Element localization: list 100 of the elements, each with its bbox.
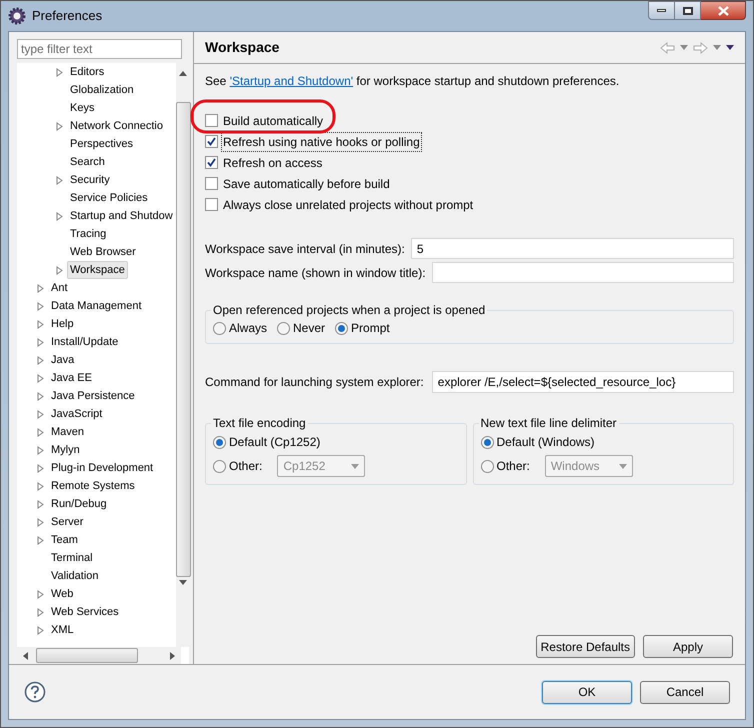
tree-item[interactable]: Data Management bbox=[48, 297, 144, 315]
expand-arrow-icon[interactable] bbox=[37, 500, 44, 508]
scroll-up-icon[interactable] bbox=[179, 71, 188, 76]
expand-arrow-icon[interactable] bbox=[56, 68, 63, 76]
tree-item[interactable]: Java EE bbox=[48, 369, 95, 387]
text-field[interactable]: explorer /E,/select=${selected_resource_loc} bbox=[432, 371, 734, 393]
radio-button[interactable] bbox=[335, 322, 348, 334]
tree-item[interactable]: Web Browser bbox=[67, 243, 139, 261]
scroll-right-icon[interactable] bbox=[170, 652, 175, 660]
field-label: Command for launching system explorer: bbox=[205, 374, 424, 391]
expand-arrow-icon[interactable] bbox=[56, 176, 63, 184]
radio-button[interactable] bbox=[213, 322, 226, 334]
radio-label: Other: bbox=[229, 458, 262, 475]
expand-arrow-icon[interactable] bbox=[37, 518, 44, 526]
dialog-button[interactable]: Cancel bbox=[640, 680, 730, 704]
filter-field[interactable]: type filter text bbox=[17, 39, 182, 59]
tree-item[interactable]: Security bbox=[67, 171, 113, 189]
close-button[interactable] bbox=[701, 1, 746, 20]
expand-arrow-icon[interactable] bbox=[37, 374, 44, 382]
tree-item[interactable]: Mylyn bbox=[48, 441, 83, 459]
radio-button[interactable] bbox=[480, 436, 494, 448]
horizontal-scrollbar[interactable] bbox=[17, 647, 181, 664]
caret-icon[interactable] bbox=[680, 45, 688, 50]
checkbox[interactable] bbox=[205, 177, 218, 190]
tree-item[interactable]: Team bbox=[48, 531, 81, 549]
scroll-left-icon[interactable] bbox=[23, 652, 28, 660]
startup-link[interactable]: 'Startup and Shutdown' bbox=[230, 74, 354, 88]
text-field[interactable] bbox=[432, 262, 734, 283]
radio-button[interactable] bbox=[213, 436, 226, 448]
expand-arrow-icon[interactable] bbox=[37, 446, 44, 454]
checkbox[interactable] bbox=[205, 114, 218, 127]
tree-item[interactable]: Startup and Shutdow bbox=[67, 207, 176, 225]
tree-item[interactable]: Java bbox=[48, 351, 78, 369]
tree-item[interactable]: Maven bbox=[48, 423, 88, 441]
tree-item[interactable]: Run/Debug bbox=[48, 495, 110, 513]
checkbox[interactable] bbox=[205, 156, 218, 169]
expand-arrow-icon[interactable] bbox=[56, 266, 63, 274]
tree-item[interactable]: JavaScript bbox=[48, 405, 106, 423]
expand-arrow-icon[interactable] bbox=[37, 410, 44, 418]
tree-item[interactable]: Keys bbox=[67, 99, 98, 117]
checkbox-label: Refresh on access bbox=[222, 154, 324, 172]
radio-label: Prompt bbox=[351, 320, 390, 337]
checkbox-label: Refresh using native hooks or polling bbox=[221, 132, 422, 152]
field-label: Workspace save interval (in minutes): bbox=[205, 240, 405, 258]
checkbox[interactable] bbox=[205, 198, 218, 211]
expand-arrow-icon[interactable] bbox=[37, 428, 44, 436]
expand-arrow-icon[interactable] bbox=[37, 392, 44, 400]
dialog-button[interactable]: OK bbox=[542, 680, 632, 704]
tree-item[interactable]: Server bbox=[48, 513, 86, 531]
expand-arrow-icon[interactable] bbox=[56, 212, 63, 220]
tree-item[interactable]: Validation bbox=[48, 567, 102, 585]
checkbox[interactable] bbox=[205, 135, 218, 148]
page-button[interactable]: Apply bbox=[643, 635, 733, 658]
tree-item[interactable]: Workspace bbox=[67, 261, 128, 279]
tree-item[interactable]: Web bbox=[48, 585, 76, 603]
back-arrow-icon[interactable] bbox=[660, 42, 675, 54]
vertical-scrollbar[interactable] bbox=[176, 63, 191, 647]
scroll-down-icon[interactable] bbox=[179, 580, 188, 585]
expand-arrow-icon[interactable] bbox=[37, 626, 44, 634]
tree-item[interactable]: Tracing bbox=[67, 225, 110, 243]
tree-item[interactable]: Help bbox=[48, 315, 77, 333]
radio-button[interactable] bbox=[213, 460, 226, 472]
radio-button[interactable] bbox=[480, 460, 494, 472]
expand-arrow-icon[interactable] bbox=[37, 482, 44, 490]
group-title: Open referenced projects when a project is opened bbox=[212, 302, 486, 319]
radio-label: Other: bbox=[496, 458, 530, 475]
page-button[interactable]: Restore Defaults bbox=[536, 635, 635, 658]
caret-icon[interactable] bbox=[713, 45, 721, 50]
caret-icon bbox=[351, 464, 360, 468]
forward-arrow-icon[interactable] bbox=[693, 42, 708, 54]
expand-arrow-icon[interactable] bbox=[37, 302, 44, 310]
tree-item[interactable]: Perspectives bbox=[67, 135, 136, 153]
tree-item[interactable]: Network Connectio bbox=[67, 117, 166, 135]
tree-item[interactable]: Globalization bbox=[67, 81, 137, 99]
expand-arrow-icon[interactable] bbox=[37, 608, 44, 616]
text-field[interactable]: 5 bbox=[410, 238, 734, 259]
expand-arrow-icon[interactable] bbox=[37, 590, 44, 598]
help-icon[interactable] bbox=[24, 681, 46, 703]
tree-item[interactable]: Install/Update bbox=[48, 333, 122, 351]
expand-arrow-icon[interactable] bbox=[56, 122, 63, 130]
tree-item[interactable]: Service Policies bbox=[67, 189, 151, 207]
maximize-button[interactable] bbox=[675, 1, 701, 20]
tree-item[interactable]: Search bbox=[67, 153, 108, 171]
tree-item[interactable]: Remote Systems bbox=[48, 477, 138, 495]
expand-arrow-icon[interactable] bbox=[37, 356, 44, 364]
menu-icon[interactable] bbox=[726, 45, 734, 50]
expand-arrow-icon[interactable] bbox=[37, 536, 44, 544]
expand-arrow-icon[interactable] bbox=[37, 284, 44, 292]
expand-arrow-icon[interactable] bbox=[37, 320, 44, 328]
tree-item[interactable]: XML bbox=[48, 621, 77, 639]
tree-item[interactable]: Java Persistence bbox=[48, 387, 138, 405]
expand-arrow-icon[interactable] bbox=[37, 464, 44, 472]
tree-item[interactable]: Terminal bbox=[48, 549, 96, 567]
tree-item[interactable]: Editors bbox=[67, 63, 108, 81]
tree-item[interactable]: Ant bbox=[48, 279, 71, 297]
expand-arrow-icon[interactable] bbox=[37, 338, 44, 346]
minimize-button[interactable] bbox=[648, 1, 675, 20]
tree-item[interactable]: Plug-in Development bbox=[48, 459, 156, 477]
radio-button[interactable] bbox=[277, 322, 290, 334]
tree-item[interactable]: Web Services bbox=[48, 603, 122, 621]
